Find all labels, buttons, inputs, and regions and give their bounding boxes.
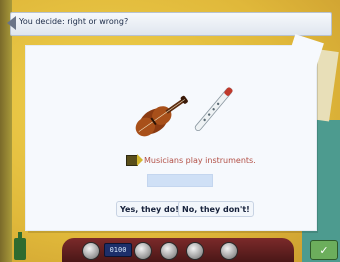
chat-icon[interactable] bbox=[160, 242, 178, 260]
exercise-caption: Musicians play instruments. bbox=[144, 155, 256, 165]
page-title: You decide: right or wrong? bbox=[19, 17, 129, 26]
violin-image bbox=[135, 95, 188, 137]
bottle-icon[interactable] bbox=[14, 232, 26, 260]
speaker-icon[interactable] bbox=[126, 153, 143, 166]
folder-icon[interactable] bbox=[220, 242, 238, 260]
left-frame bbox=[0, 0, 12, 262]
clock-icon[interactable]: 0100 bbox=[104, 243, 132, 257]
exercise-card: Musicians play instruments. Yes, they do… bbox=[26, 34, 324, 230]
back-arrow-icon[interactable] bbox=[7, 16, 16, 30]
check-button[interactable]: ✓ bbox=[310, 240, 338, 260]
title-bar: You decide: right or wrong? bbox=[7, 12, 332, 36]
app-scene: You decide: right or wrong? Musicians pl… bbox=[0, 0, 340, 262]
caption-row: Musicians play instruments. bbox=[126, 153, 256, 166]
no-button[interactable]: No, they don't! bbox=[178, 201, 254, 217]
notebook-icon[interactable] bbox=[186, 242, 204, 260]
headphones-icon[interactable] bbox=[134, 242, 152, 260]
recorder-image bbox=[194, 87, 233, 132]
home-icon[interactable] bbox=[82, 242, 100, 260]
yes-button[interactable]: Yes, they do! bbox=[116, 201, 183, 217]
answer-field[interactable] bbox=[147, 174, 213, 187]
